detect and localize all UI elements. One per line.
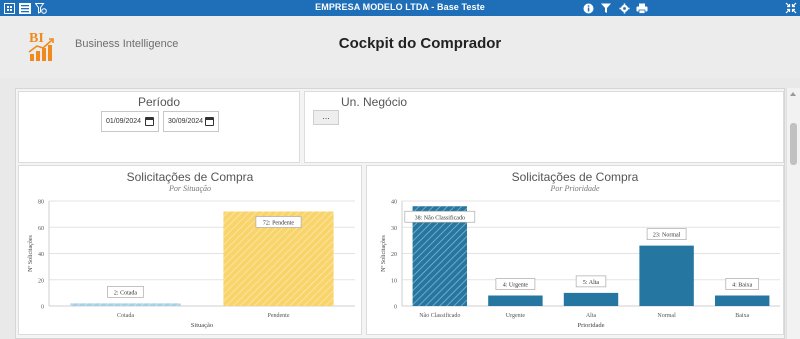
logo-text: BI [29,31,44,46]
data-label: 38: Não Classificado [415,214,465,221]
bar [714,295,770,306]
y-axis-label: Nº Solicitações [381,234,387,271]
x-tick-label: Baixa [735,313,749,319]
page-title: Cockpit do Comprador [338,35,502,52]
data-label: 4: Baixa [732,283,752,289]
chart-prioridade: 0 10 20 30 40 Nº Solicitações 38: Não Classifi… [381,200,780,329]
y-tick-label: 30 [391,226,397,232]
x-tick-label: Urgente [506,313,526,319]
chart-situacao-panel: Solicitações de Compra Por Situação 0 20 4… [18,165,362,335]
x-tick-label: Normal [657,313,676,319]
end-date-input[interactable]: 30/09/2024 [163,111,219,132]
bar [70,303,181,306]
y-tick-label: 60 [38,226,44,232]
periodo-panel: Período 01/09/2024 30/09/2024 [18,91,300,163]
scroll-thumb[interactable] [790,123,797,165]
y-tick-label: 10 [391,278,397,284]
y-tick-label: 40 [391,200,397,206]
chart-prioridade-panel: Solicitações de Compra Por Prioridade 01… [366,165,784,335]
app-title: EMPRESA MODELO LTDA - Base Teste [315,2,485,12]
x-tick-label: Alta [586,313,597,319]
y-tick-label: 0 [394,305,397,311]
vertical-scrollbar[interactable] [786,88,800,339]
y-tick-label: 0 [41,305,44,311]
periodo-label: Período [137,95,181,109]
collapse-icon[interactable] [785,2,797,14]
start-date-value: 01/09/2024 [106,118,142,125]
x-tick-label: Não Classificado [419,312,460,319]
start-date-input[interactable]: 01/09/2024 [101,111,159,132]
y-axis-label: Nº Solicitações [28,234,34,271]
data-label: 4: Urgente [503,283,529,289]
settings-icon[interactable] [618,2,630,14]
y-tick-label: 20 [38,278,44,284]
bar [639,245,694,306]
x-tick-label: Cotada [117,313,134,319]
bar [563,292,619,306]
chart-situacao: 0 20 40 60 80 Nº Solicitações 2: Cotada Cotada 7… [28,200,355,329]
bi-logo: BI [28,28,56,62]
bar [488,295,543,306]
top-bar: EMPRESA MODELO LTDA - Base Teste [0,0,800,16]
calendar-icon[interactable] [205,117,214,126]
y-tick-label: 40 [38,252,44,258]
dashboard-content: Período 01/09/2024 30/09/2024 Un. Negóci… [15,88,785,339]
end-date-value: 30/09/2024 [168,118,204,125]
x-axis-label: Situação [191,322,213,329]
y-tick-label: 20 [391,252,397,258]
scroll-up-arrow-icon[interactable] [790,92,796,96]
un-negocio-label: Un. Negócio [341,95,408,109]
x-axis-label: Prioridade [577,322,604,329]
data-label: 72: Pendente [263,221,294,227]
info-icon[interactable] [582,2,594,14]
un-negocio-panel: Un. Negócio ... [304,91,784,163]
un-negocio-select-button[interactable]: ... [313,110,339,125]
data-label: 2: Cotada [114,290,137,296]
data-label: 23: Normal [653,233,681,239]
y-tick-label: 80 [38,200,44,206]
data-label: 5: Alta [583,280,600,286]
calendar-icon[interactable] [145,117,154,126]
print-icon[interactable] [636,2,648,14]
x-tick-label: Pendente [268,313,290,319]
bi-label: Business Intelligence [75,38,179,50]
page-header: BI Business Intelligence Cockpit do Comp… [0,16,800,78]
filter-icon[interactable] [600,2,612,14]
